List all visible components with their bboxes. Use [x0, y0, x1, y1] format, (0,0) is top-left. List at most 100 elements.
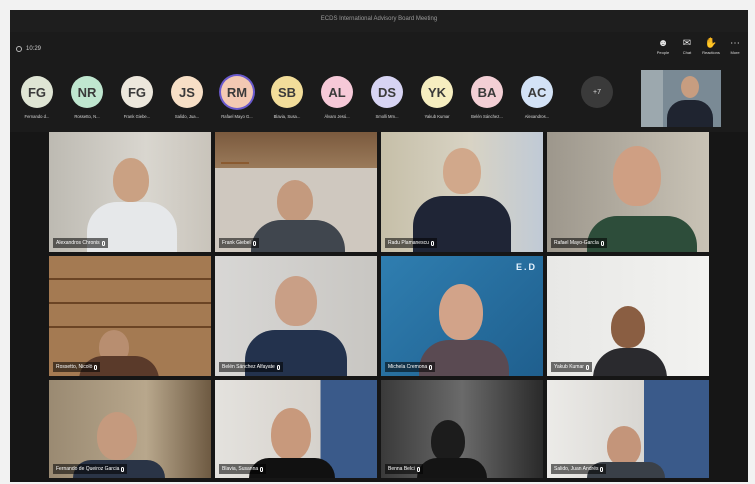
avatar: AL	[321, 76, 353, 108]
tile-name: Frank Giebel	[222, 240, 251, 246]
video-tile[interactable]: Fernando de Queiroz Garcia	[49, 380, 211, 478]
teams-meeting-window: ECDS International Advisory Board Meetin…	[10, 10, 748, 482]
participant-label: Benna Belci	[385, 464, 423, 474]
tile-name: Yakub Kumar	[554, 364, 584, 370]
roster-participant[interactable]: SB Blavia, Susa...	[263, 76, 311, 119]
avatar: JS	[171, 76, 203, 108]
company-logo: E.D	[515, 262, 537, 272]
participant-name: Salido, Jua...	[174, 114, 200, 119]
participant-name: Blavia, Susa...	[273, 114, 301, 119]
microphone-icon	[600, 240, 604, 246]
avatar: SB	[271, 76, 303, 108]
video-tile[interactable]: Rafael Mayo-García	[547, 132, 709, 252]
participant-label: Yakub Kumar	[551, 362, 592, 372]
title-bar: ECDS International Advisory Board Meetin…	[10, 10, 748, 32]
microphone-icon	[600, 466, 604, 472]
tile-name: Alexandros Chronis	[56, 240, 100, 246]
reactions-icon: ✋	[704, 38, 718, 49]
participant-name: Rafael Mayo G...	[221, 114, 253, 119]
video-tile[interactable]: Benna Belci	[381, 380, 543, 478]
participant-name: Fernando d...	[24, 114, 50, 119]
video-tile[interactable]: Yakub Kumar	[547, 256, 709, 376]
video-tile[interactable]: Rossetto, Nicolò	[49, 256, 211, 376]
participant-name: Alexandros...	[524, 114, 550, 119]
microphone-icon	[260, 466, 264, 472]
participant-name: Belén Sánchez...	[471, 114, 503, 119]
chat-icon: ✉	[682, 38, 692, 49]
roster-participant[interactable]: BA Belén Sánchez...	[463, 76, 511, 119]
avatar: BA	[471, 76, 503, 108]
microphone-icon	[121, 466, 125, 472]
avatar: FG	[121, 76, 153, 108]
timer-value: 10:29	[26, 46, 42, 52]
participant-label: Rafael Mayo-García	[551, 238, 607, 248]
tile-name: Fernando de Queiroz Garcia	[56, 466, 120, 472]
video-tile[interactable]: Frank Giebel	[215, 132, 377, 252]
microphone-icon	[585, 364, 589, 370]
more-icon: ⋯	[730, 38, 740, 49]
participant-label: Radu Plamanescu	[385, 238, 437, 248]
roster-participant[interactable]: FG Frank Giebe...	[113, 76, 161, 119]
tile-name: Rafael Mayo-García	[554, 240, 599, 246]
roster-participant[interactable]: DS Smolli Mm...	[363, 76, 411, 119]
roster-participant[interactable]: YK Yakub Kumar	[413, 76, 461, 119]
video-tile[interactable]: Blavia, Susanna	[215, 380, 377, 478]
video-tile[interactable]: Radu Plamanescu	[381, 132, 543, 252]
roster-participant[interactable]: NR Rossetto, N...	[63, 76, 111, 119]
video-tile[interactable]: Alexandros Chronis	[49, 132, 211, 252]
participant-label: Fernando de Queiroz Garcia	[53, 464, 128, 474]
people-label: People	[656, 50, 670, 55]
tile-name: Salido, Juan Andrés	[554, 466, 599, 472]
timer-icon	[16, 46, 22, 52]
roster-participant[interactable]: FG Fernando d...	[13, 76, 61, 119]
people-icon: ☻	[657, 38, 669, 49]
participant-roster: FG Fernando d... NR Rossetto, N... FG Fr…	[10, 68, 748, 132]
avatar: NR	[71, 76, 103, 108]
participant-name: Yakub Kumar	[424, 114, 450, 119]
tile-name: Rossetto, Nicolò	[56, 364, 93, 370]
roster-participant[interactable]: RM Rafael Mayo G...	[213, 76, 261, 119]
participant-name: Smolli Mm...	[375, 114, 399, 119]
chat-label: Chat	[682, 50, 692, 55]
microphone-icon	[252, 240, 256, 246]
more-participants-button[interactable]: +7	[581, 76, 613, 108]
avatar: AC	[521, 76, 553, 108]
participant-label: Belén Sánchez Alfayate	[219, 362, 283, 372]
microphone-icon	[430, 240, 434, 246]
roster-participant[interactable]: AC Alexandros...	[513, 76, 561, 119]
roster-participant[interactable]: AL Álvaro Jesú...	[313, 76, 361, 119]
meeting-title: ECDS International Advisory Board Meetin…	[320, 16, 438, 22]
chat-button[interactable]: ✉ Chat	[674, 38, 700, 55]
participant-label: Salido, Juan Andrés	[551, 464, 607, 474]
video-tile[interactable]: Belén Sánchez Alfayate	[215, 256, 377, 376]
microphone-icon	[94, 364, 98, 370]
video-tile[interactable]: E.D Michela Cremona	[381, 256, 543, 376]
participant-name: Rossetto, N...	[74, 114, 100, 119]
participant-label: Alexandros Chronis	[53, 238, 108, 248]
avatar: DS	[371, 76, 403, 108]
avatar: RM	[221, 76, 253, 108]
microphone-icon	[416, 466, 420, 472]
participant-name: Frank Giebe...	[123, 114, 151, 119]
tile-name: Radu Plamanescu	[388, 240, 429, 246]
self-view-video[interactable]	[641, 70, 721, 127]
reactions-label: Reactions	[702, 50, 720, 55]
participant-label: Michela Cremona	[385, 362, 436, 372]
more-button[interactable]: ⋯ More	[722, 38, 748, 55]
avatar: FG	[21, 76, 53, 108]
tile-name: Belén Sánchez Alfayate	[222, 364, 275, 370]
avatar: YK	[421, 76, 453, 108]
participant-label: Blavia, Susanna	[219, 464, 267, 474]
tile-name: Benna Belci	[388, 466, 415, 472]
participant-label: Frank Giebel	[219, 238, 259, 248]
video-tile[interactable]: Salido, Juan Andrés	[547, 380, 709, 478]
reactions-button[interactable]: ✋ Reactions	[698, 38, 724, 55]
more-label: More	[730, 50, 740, 55]
people-button[interactable]: ☻ People	[650, 38, 676, 55]
meeting-timer: 10:29	[16, 46, 41, 52]
participant-label: Rossetto, Nicolò	[53, 362, 101, 372]
microphone-icon	[429, 364, 433, 370]
microphone-icon	[276, 364, 280, 370]
tile-name: Blavia, Susanna	[222, 466, 259, 472]
roster-participant[interactable]: JS Salido, Jua...	[163, 76, 211, 119]
